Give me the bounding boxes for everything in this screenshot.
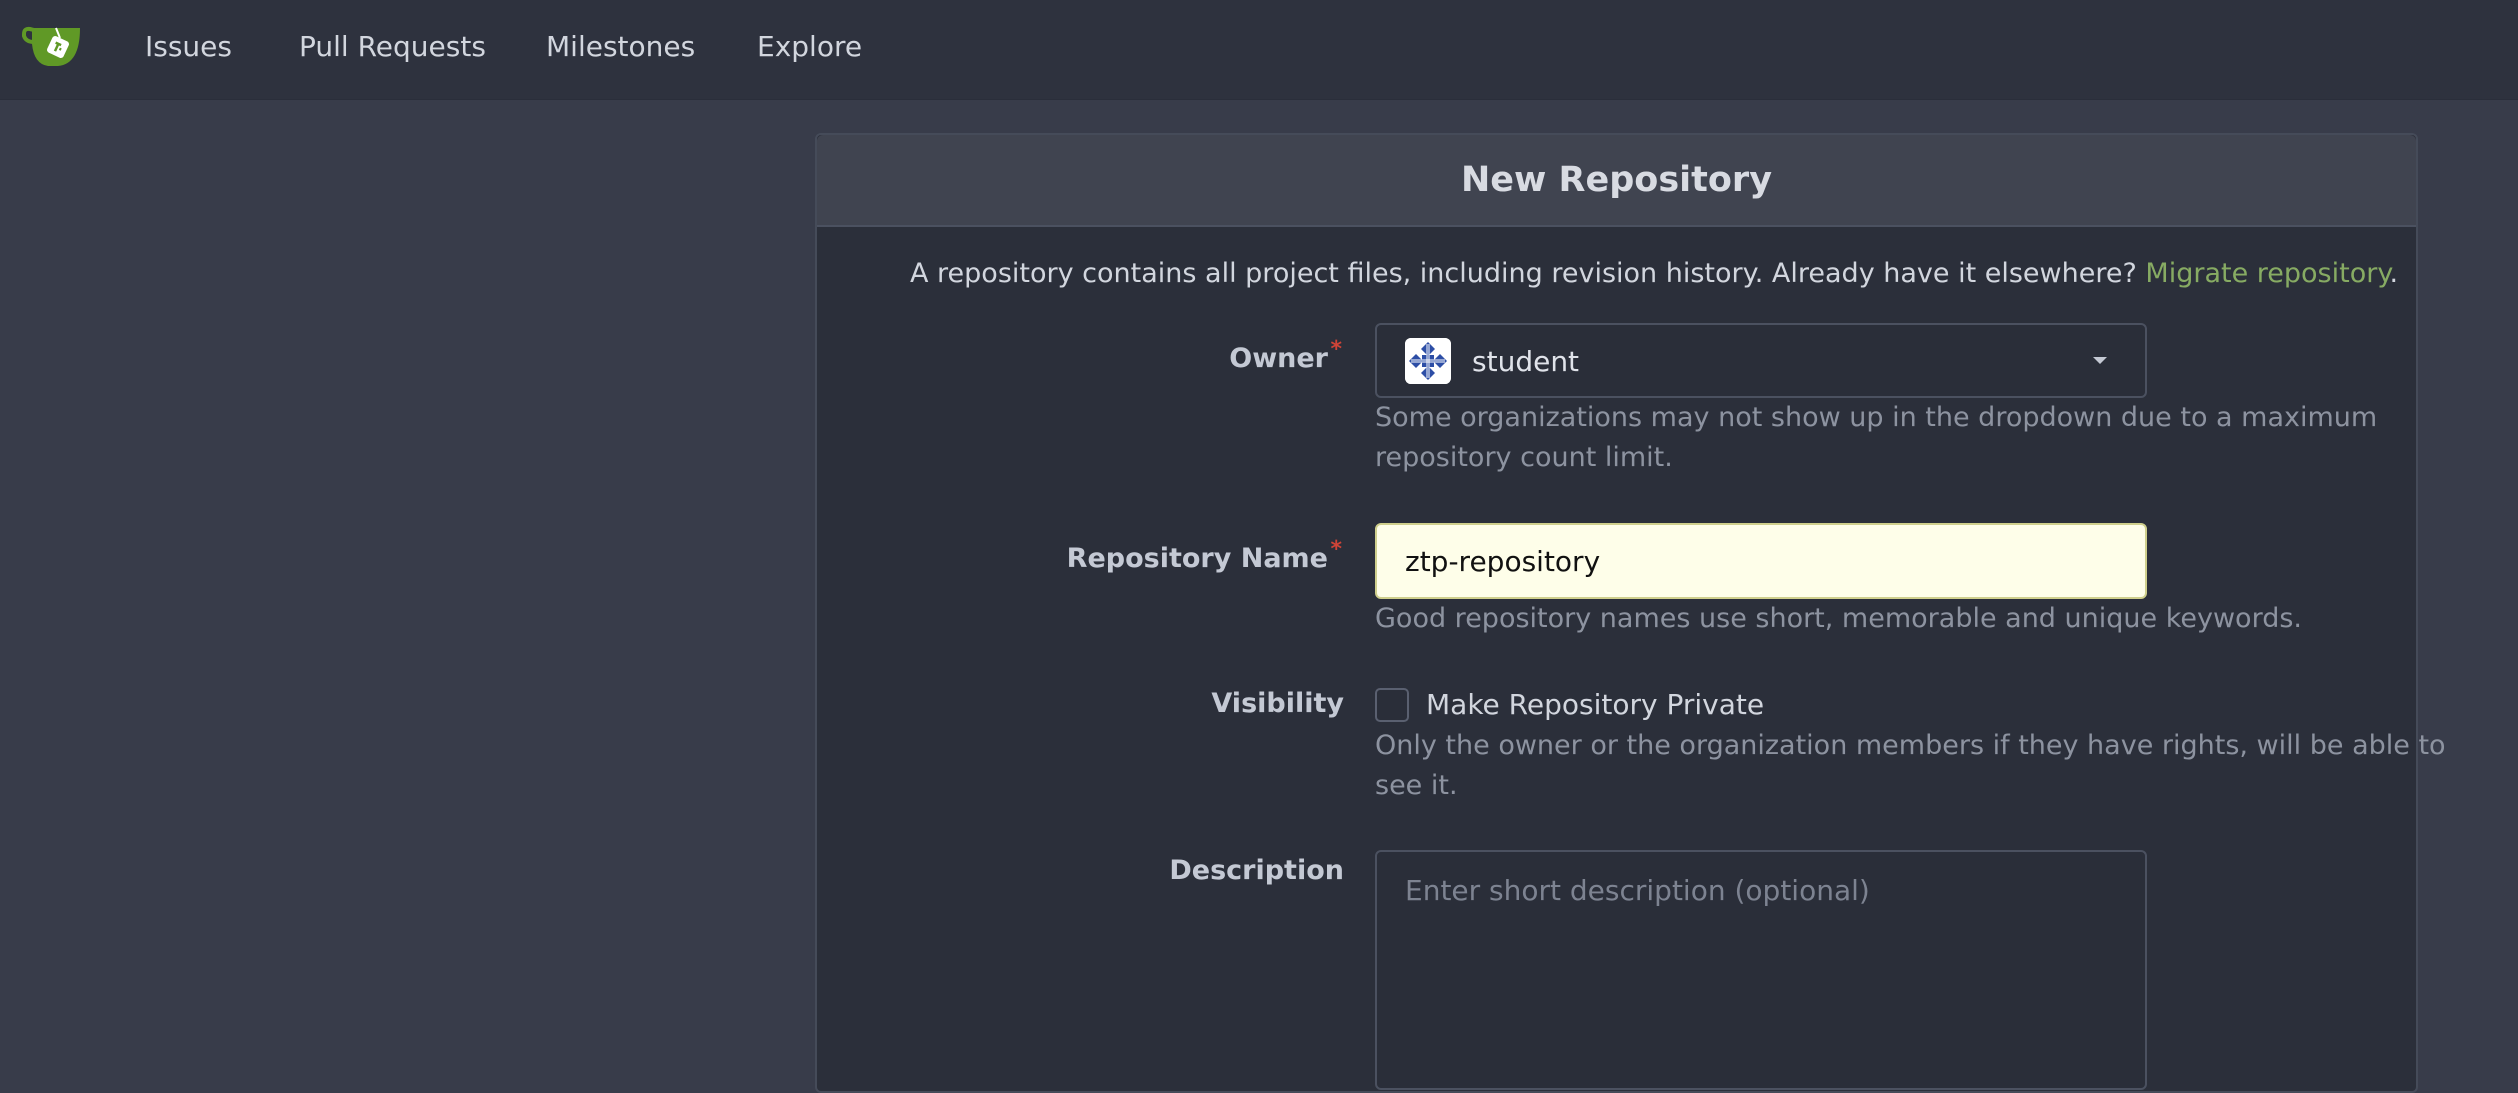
org-avatar-icon [1405,338,1451,384]
page-title: New Repository [1460,160,1773,200]
intro-description: A repository contains all project files,… [910,258,2137,289]
required-asterisk: * [1330,337,1342,362]
nav-pull-requests[interactable]: Pull Requests [299,30,486,63]
visibility-label: Visibility [1211,688,1344,719]
owner-dropdown[interactable]: student [1375,323,2147,398]
repository-name-help-text: Good repository names use short, memorab… [1375,603,2302,634]
chevron-down-icon [2093,357,2107,364]
nav-explore[interactable]: Explore [757,30,862,63]
owner-help-line2: repository count limit. [1375,442,1673,473]
repository-name-label: Repository Name * [1066,537,1342,574]
migrate-repository-link[interactable]: Migrate repository [2145,258,2389,289]
intro-text: A repository contains all project files,… [910,258,2398,289]
owner-label-text: Owner [1229,343,1328,374]
top-navbar: Issues Pull Requests Milestones Explore [0,0,2518,100]
intro-suffix: . [2389,258,2399,289]
owner-help-text: Some organizations may not show up in th… [1375,398,2377,478]
visibility-help-line2: see it. [1375,770,1458,801]
repository-name-input[interactable] [1375,523,2147,599]
private-checkbox[interactable] [1375,688,1409,722]
owner-selected-value: student [1472,345,1580,378]
private-checkbox-label[interactable]: Make Repository Private [1426,688,1764,721]
nav-issues[interactable]: Issues [145,30,232,63]
required-asterisk: * [1330,537,1342,562]
visibility-help-line1: Only the owner or the organization membe… [1375,730,2446,761]
owner-label: Owner * [1229,337,1342,374]
description-label: Description [1169,855,1344,886]
gitea-teacup-logo-icon[interactable] [22,24,84,70]
repository-name-label-text: Repository Name [1066,543,1328,574]
description-textarea[interactable] [1375,850,2147,1090]
panel-header: New Repository [817,135,2416,227]
owner-help-line1: Some organizations may not show up in th… [1375,402,2378,433]
nav-milestones[interactable]: Milestones [546,30,695,63]
visibility-help-text: Only the owner or the organization membe… [1375,726,2446,806]
